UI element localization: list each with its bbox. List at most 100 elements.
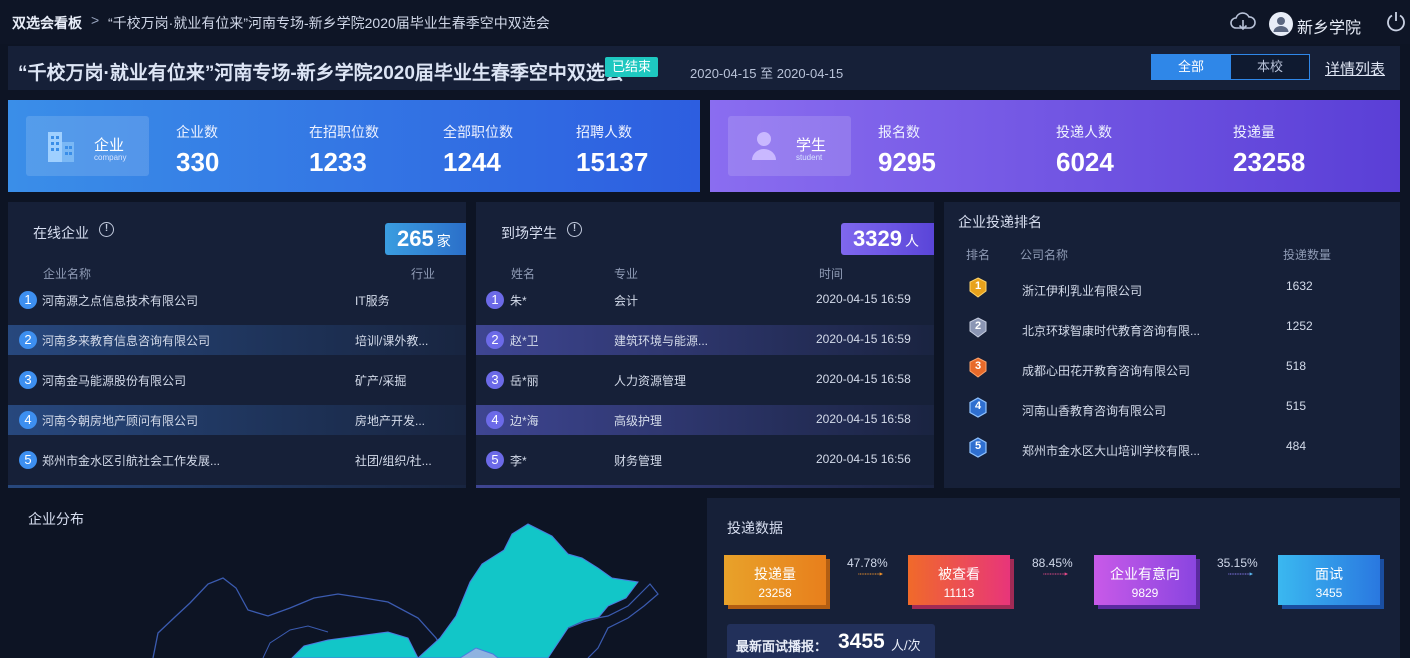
ranking-company: 浙江伊利乳业有限公司 (1022, 284, 1143, 298)
col-rank: 排名 (966, 248, 991, 262)
count-value: 265 (397, 226, 434, 251)
cloud-download-icon[interactable] (1229, 10, 1257, 34)
conversion-rate: 47.78% (847, 556, 888, 570)
funnel-step-viewed[interactable]: 被查看 11113 (908, 555, 1010, 605)
student-major: 高级护理 (614, 414, 663, 428)
panel-title: 企业投递排名 (958, 214, 1042, 230)
medal-gold-icon: 1 (968, 277, 988, 299)
row-number: 1 (19, 291, 37, 309)
filter-own-school-button[interactable]: 本校 (1230, 54, 1310, 80)
stat-all-positions: 全部职位数 1244 (443, 122, 513, 178)
company-name: 河南源之点信息技术有限公司 (42, 294, 199, 308)
funnel-step-interested[interactable]: 企业有意向 9829 (1094, 555, 1196, 605)
industry: 房地产开发... (355, 414, 426, 428)
school-name[interactable]: 新乡学院 (1297, 14, 1361, 38)
company-name: 河南金马能源股份有限公司 (42, 374, 187, 388)
ranking-row[interactable]: 5 郑州市金水区大山培训学校有限... 484 (944, 434, 1400, 462)
table-row[interactable]: 2 赵*卫 建筑环境与能源... 2020-04-15 16:59 (476, 325, 934, 355)
student-stats-card: 学生 student 报名数 9295 投递人数 6024 投递量 23258 (710, 100, 1400, 192)
table-row[interactable]: 4 河南今朝房地产顾问有限公司 房地产开发... (8, 405, 466, 435)
company-stats-card: 企业 company 企业数 330 在招职位数 1233 全部职位数 1244… (8, 100, 700, 192)
ranking-row[interactable]: 2 北京环球智康时代教育咨询有限... 1252 (944, 314, 1400, 342)
china-map[interactable] (8, 498, 698, 658)
student-major: 建筑环境与能源... (614, 334, 709, 348)
stat-hiring-count: 招聘人数 15137 (576, 122, 648, 178)
ranking-company: 北京环球智康时代教育咨询有限... (1022, 324, 1201, 338)
company-name: 河南多来教育信息咨询有限公司 (42, 334, 211, 348)
ranking-company: 河南山香教育咨询有限公司 (1022, 404, 1167, 418)
rank-number: 3 (974, 360, 982, 372)
conversion-rate: 88.45% (1032, 556, 1073, 570)
stat-value: 9295 (878, 147, 936, 177)
table-row[interactable]: 2 河南多来教育信息咨询有限公司 培训/课外教... (8, 325, 466, 355)
ranking-row[interactable]: 3 成都心田花开教育咨询有限公司 518 (944, 354, 1400, 382)
company-ranking-panel: 企业投递排名 排名 公司名称 投递数量 1 浙江伊利乳业有限公司 1632 2 … (944, 202, 1400, 488)
rank-number: 1 (974, 280, 982, 292)
panel-title: 到场学生 (501, 225, 557, 241)
rank-number: 2 (974, 320, 982, 332)
stat-label: 在招职位数 (309, 124, 379, 140)
ranking-row[interactable]: 4 河南山香教育咨询有限公司 515 (944, 394, 1400, 422)
stat-applications: 投递量 23258 (1233, 122, 1305, 178)
panel-title: 在线企业 (33, 225, 89, 241)
row-number: 2 (19, 331, 37, 349)
col-major: 专业 (614, 267, 639, 281)
step-value: 11113 (943, 586, 975, 600)
table-row-partial (476, 485, 934, 488)
stat-label: 招聘人数 (576, 124, 632, 140)
table-row[interactable]: 4 边*海 高级护理 2020-04-15 16:58 (476, 405, 934, 435)
ranking-count: 518 (1286, 359, 1307, 373)
power-icon[interactable] (1385, 10, 1407, 32)
student-name: 赵*卫 (510, 334, 539, 348)
arrow-right-icon (858, 572, 883, 576)
row-number: 4 (19, 411, 37, 429)
student-major: 人力资源管理 (614, 374, 687, 388)
row-number: 1 (486, 291, 504, 309)
breadcrumb-current: “千校万岗·就业有位来”河南专场-新乡学院2020届毕业生春季空中双选会 (108, 15, 550, 31)
student-card-sublabel: student (796, 153, 823, 162)
student-name: 李* (510, 454, 527, 468)
online-companies-panel: 在线企业 ! 265 家 企业名称 行业 1 河南源之点信息技术有限公司 IT服务… (8, 202, 466, 488)
stat-value: 15137 (576, 147, 649, 177)
student-name: 朱* (510, 294, 527, 308)
funnel-step-delivered[interactable]: 投递量 23258 (724, 555, 826, 605)
interview-broadcast: 最新面试播报： 3455 人/次 (727, 624, 935, 658)
table-row[interactable]: 3 河南金马能源股份有限公司 矿产/采掘 (8, 365, 466, 395)
funnel-step-interview[interactable]: 面试 3455 (1278, 555, 1380, 605)
avatar[interactable] (1269, 12, 1293, 36)
status-badge: 已结束 (605, 57, 659, 77)
info-icon[interactable]: ! (567, 222, 582, 237)
info-icon[interactable]: ! (99, 222, 114, 237)
stat-value: 330 (176, 147, 220, 177)
arrival-time: 2020-04-15 16:59 (816, 332, 911, 346)
table-row[interactable]: 5 李* 财务管理 2020-04-15 16:56 (476, 445, 934, 475)
stat-label: 全部职位数 (443, 124, 513, 140)
company-card-label: 企业 (94, 137, 125, 154)
table-row[interactable]: 3 岳*丽 人力资源管理 2020-04-15 16:58 (476, 365, 934, 395)
detail-list-link[interactable]: 详情列表 (1325, 58, 1385, 79)
delivery-data-panel: 投递数据 投递量 23258 47.78% 被查看 11113 88.45% 企… (707, 498, 1400, 658)
arrived-student-count: 3329 人 (841, 223, 934, 255)
map-region-central[interactable] (291, 631, 419, 658)
map-region-north[interactable] (417, 523, 639, 658)
student-major: 会计 (614, 294, 639, 308)
medal-bronze-icon: 3 (968, 357, 988, 379)
ranking-count: 515 (1286, 399, 1307, 413)
breadcrumb-chevron-icon: > (91, 12, 100, 28)
panel-title: 投递数据 (727, 520, 783, 536)
count-value: 3329 (853, 226, 902, 251)
broadcast-unit: 人/次 (891, 638, 921, 653)
broadcast-label: 最新面试播报： (736, 639, 828, 654)
ranking-count: 1632 (1286, 279, 1313, 293)
company-distribution-panel: 企业分布 (8, 498, 698, 658)
step-value: 23258 (758, 586, 792, 600)
table-row[interactable]: 5 郑州市金水区引航社会工作发展... 社团/组织/社... (8, 445, 466, 475)
table-row[interactable]: 1 朱* 会计 2020-04-15 16:59 (476, 285, 934, 315)
breadcrumb-home[interactable]: 双选会看板 (12, 13, 82, 33)
row-number: 5 (19, 451, 37, 469)
table-row[interactable]: 1 河南源之点信息技术有限公司 IT服务 (8, 285, 466, 315)
ranking-row[interactable]: 1 浙江伊利乳业有限公司 1632 (944, 274, 1400, 302)
step-label: 企业有意向 (1110, 566, 1180, 582)
filter-all-button[interactable]: 全部 (1151, 54, 1231, 80)
company-card-sublabel: company (94, 153, 127, 162)
